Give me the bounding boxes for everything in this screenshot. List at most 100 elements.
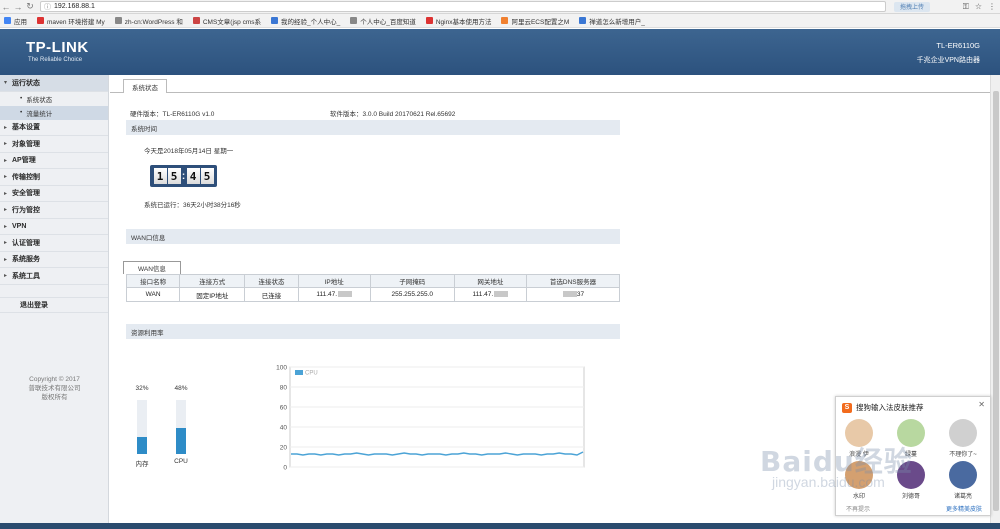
sidebar: ▾ 运行状态 • 系统状态 • 流量统计 ▸ 基本设置 ▸ 对象管理 ▸ AP管理 ▸ 传输控制 ▸ 安全管理… [0,75,109,529]
bookmark-item[interactable]: 我的经验_个人中心_ [270,16,341,26]
cell-value: 255.255.255.0 [391,291,434,298]
sidebar-item[interactable]: ▸ 认证管理 [0,235,108,252]
chevron-right-icon: ▸ [4,124,8,131]
tab-wan-info[interactable]: WAN信息 [123,261,181,274]
sidebar-item[interactable]: ▸ 行为管控 [0,202,108,219]
sidebar-subitem[interactable]: • 系统状态 [0,92,108,106]
y-tick-label: 80 [280,385,288,392]
tplink-logo: TP-LINK [26,39,89,56]
dont-show-again[interactable]: 不再提示 [846,504,870,513]
sidebar-item-label: 传输控制 [12,173,40,181]
sidebar-subitem[interactable]: • 流量统计 [0,105,108,120]
plot-area [289,366,585,468]
legend-swatch [295,370,303,375]
table-cell: WAN [125,287,181,302]
table-cell: 已连接 [244,287,299,302]
memory-label: 内存 [135,461,149,468]
address-bar[interactable]: ⓘ 192.168.88.1 [40,1,886,12]
info-icon: ⓘ [44,3,51,11]
sidebar-item-label: 系统服务 [12,256,40,264]
chevron-right-icon: ▸ [4,223,8,230]
sidebar-item[interactable]: ▸ 传输控制 [0,169,108,186]
extension-button[interactable]: 拖拽上传 [894,1,931,12]
tab-system-status[interactable]: 系统状态 [123,79,167,93]
bookmarks-bar: 应用 maven 环境搭建 My zh-cn:WordPress 和 CMS文章(js… [0,14,1000,28]
cell-value: 37 [576,291,585,298]
cpu-percent: 48% [174,385,188,392]
scroll-thumb[interactable] [993,91,999,511]
device-model: TL-ER6110G [936,41,980,50]
sidebar-item-label: 对象管理 [12,140,40,148]
close-icon[interactable]: ✕ [978,400,985,409]
bookmark-label: maven 环境搭建 My [47,18,105,26]
sidebar-item-label: VPN [12,222,27,230]
clock-digit: 5 [167,168,181,184]
bookmark-icon [37,17,44,24]
sidebar-item[interactable]: ▸ AP管理 [0,153,108,169]
table-header: 子网掩码 [369,274,455,288]
sidebar-item[interactable]: ▸ 系统服务 [0,252,108,268]
rights-text: 版权所有 [41,394,68,401]
sidebar-item[interactable]: ▸ 对象管理 [0,136,108,153]
menu-icon[interactable]: ⋮ [988,2,996,12]
back-icon[interactable]: ← [0,1,12,13]
bookmark-icon [425,17,433,24]
cell-value: 已连接 [261,292,282,300]
logout-link[interactable]: 退出登录 [0,296,108,313]
table-cell: 255.255.255.0 [369,287,455,302]
table-header: 接口名称 [125,274,181,288]
bookmark-item[interactable]: 个人中心_百度知道 [350,16,416,26]
current-date: 今天是2018年05月14日 星期一 [144,148,234,155]
company-name: 普联技术有限公司 [28,385,81,392]
bookmark-item[interactable]: 禅道怎么新增用户_ [579,16,645,26]
bookmark-label: Nginx基本使用方法 [435,18,492,26]
key-icon[interactable]: ⚿ [963,2,969,12]
bookmark-label: 阿里云ECS配置之M [511,18,570,26]
sidebar-item-label: 行为管控 [12,206,40,214]
table-header: 连接状态 [244,274,299,288]
skin-label: 刘德哥 [901,494,920,500]
bookmark-label: 我的经验_个人中心_ [280,18,341,26]
reload-icon[interactable]: ↻ [24,1,36,13]
bookmark-item[interactable]: maven 环境搭建 My [37,16,105,26]
bookmark-item[interactable]: Nginx基本使用方法 [425,16,492,26]
bullet-icon: • [20,95,23,102]
bookmark-icon [192,17,200,24]
sidebar-item[interactable]: ▸ 基本设置 [0,120,108,136]
more-skins-link[interactable]: 更多精美皮肤 [946,504,982,513]
skin-label: 不理你了~ [949,452,977,458]
bookmark-item[interactable]: 应用 [4,16,27,26]
skin-item[interactable]: 诸葛亮 [946,461,980,500]
legend-label: CPU [305,371,318,377]
chevron-down-icon: ▾ [4,80,8,87]
forward-icon[interactable]: → [12,1,24,13]
sidebar-item[interactable]: ▸ 安全管理 [0,186,108,202]
device-description: 千兆企业VPN路由器 [916,57,980,64]
table-header: IP地址 [297,274,371,288]
sidebar-item[interactable]: ▾ 运行状态 [0,75,108,92]
cell-value: 111.47. [316,291,338,298]
bookmark-icon [270,17,278,24]
star-icon[interactable]: ☆ [975,2,982,12]
url-text: 192.168.88.1 [54,3,95,10]
scrollbar[interactable] [990,75,1000,529]
table-header: 网关地址 [453,274,527,288]
bookmark-item[interactable]: 阿里云ECS配置之M [501,16,569,26]
y-tick-label: 0 [283,465,287,472]
wan-section: WAN口信息 [126,229,620,244]
skin-label: 水印 [852,494,865,500]
sidebar-item-label: 认证管理 [12,239,40,247]
chevron-right-icon: ▸ [4,273,8,280]
skin-item[interactable]: 不理你了~ [946,419,980,458]
sidebar-item[interactable]: ▸ VPN [0,219,108,235]
bookmark-label: 个人中心_百度知道 [360,18,416,26]
uptime-text: 系统已运行：36天2小时38分16秒 [144,202,241,209]
bookmark-item[interactable]: zh-cn:WordPress 和 [114,16,183,26]
y-tick-label: 20 [280,445,288,452]
table-header: 连接方式 [179,274,246,288]
taskbar [0,523,1000,529]
bookmark-item[interactable]: CMS文章(jsp cms系 [192,16,261,26]
router-header: TP-LINK The Reliable Choice TL-ER6110G 千… [0,29,1000,75]
table-cell: 37 [525,287,621,302]
sidebar-item[interactable]: ▸ 系统工具 [0,268,108,285]
